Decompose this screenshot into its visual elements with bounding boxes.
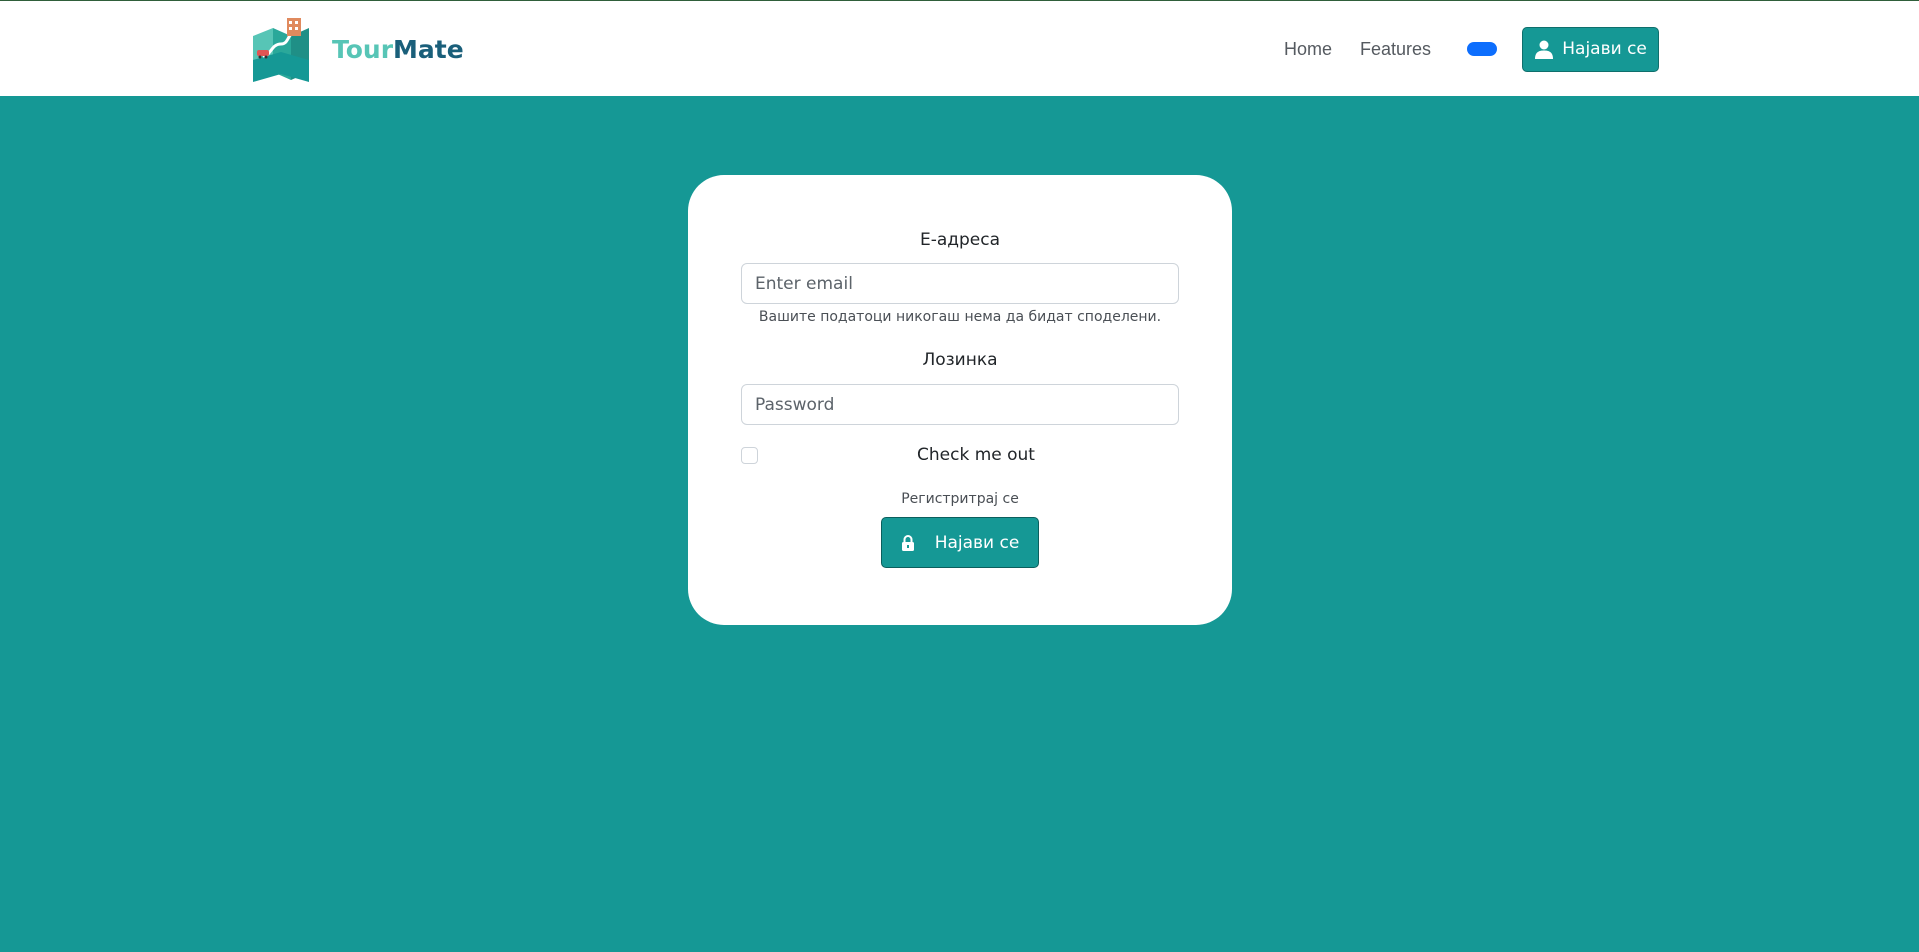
password-label: Лозинка (922, 350, 998, 370)
remember-checkbox[interactable] (741, 447, 758, 464)
lock-icon (901, 534, 914, 551)
nav-link-features[interactable]: Features (1346, 39, 1445, 60)
nav-login-button[interactable]: Најави се (1522, 26, 1660, 72)
map-logo-icon (253, 18, 309, 82)
theme-toggle[interactable] (1467, 42, 1498, 56)
login-submit-button[interactable]: Најави се (881, 517, 1039, 568)
email-label: Е-адреса (919, 230, 1001, 250)
brand-name-tour: Tour (332, 34, 394, 64)
brand-name: TourMate (332, 37, 464, 62)
login-card: Е-адреса Вашите податоци никогаш нема да… (688, 175, 1232, 625)
login-submit-label: Најави се (934, 532, 1020, 553)
email-input[interactable] (741, 263, 1179, 304)
remember-label[interactable]: Check me out (917, 445, 1035, 465)
person-icon (1535, 40, 1554, 59)
brand-name-mate: Mate (393, 34, 464, 64)
email-help-text: Вашите податоци никогаш нема да бидат сп… (758, 309, 1162, 325)
nav-links: Home Features Најави се (1270, 26, 1660, 72)
brand-link[interactable]: TourMate (251, 15, 464, 83)
navbar: TourMate Home Features Најави се (0, 0, 1919, 96)
nav-link-home[interactable]: Home (1270, 39, 1346, 60)
nav-login-label: Најави се (1562, 39, 1647, 59)
register-link[interactable]: Регистритрај се (688, 491, 1232, 507)
password-input[interactable] (741, 384, 1179, 425)
